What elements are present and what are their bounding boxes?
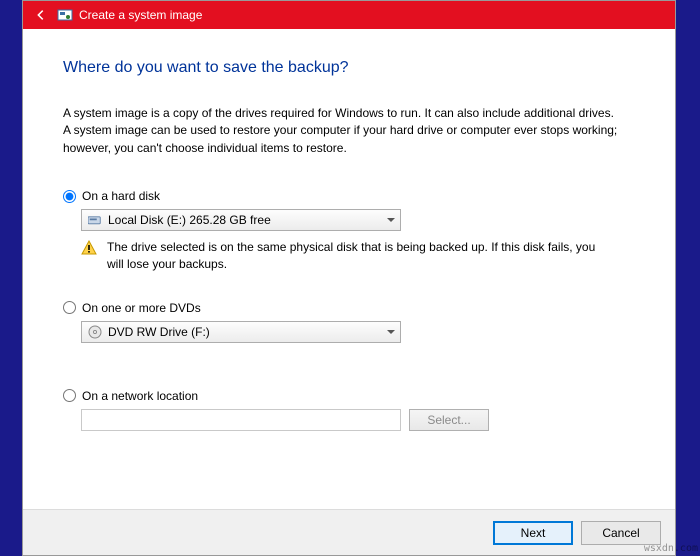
dvd-dropdown[interactable]: DVD RW Drive (F:)	[81, 321, 401, 343]
option-dvd[interactable]: On one or more DVDs	[63, 301, 635, 315]
arrow-left-icon	[34, 8, 48, 22]
page-heading: Where do you want to save the backup?	[63, 59, 635, 77]
page-description: A system image is a copy of the drives r…	[63, 105, 623, 157]
network-path-input[interactable]	[81, 409, 401, 431]
chevron-down-icon	[387, 218, 395, 222]
radio-dvd-label[interactable]: On one or more DVDs	[82, 301, 201, 315]
option-hard-disk[interactable]: On a hard disk	[63, 189, 635, 203]
radio-hard-disk-label[interactable]: On a hard disk	[82, 189, 160, 203]
dialog-footer: Next Cancel	[23, 509, 675, 555]
titlebar: Create a system image	[23, 1, 675, 29]
cancel-button[interactable]: Cancel	[581, 521, 661, 545]
radio-hard-disk[interactable]	[63, 190, 76, 203]
warning-icon	[81, 240, 97, 256]
hard-disk-selected: Local Disk (E:) 265.28 GB free	[108, 213, 271, 227]
radio-network[interactable]	[63, 389, 76, 402]
disc-icon	[88, 326, 102, 338]
chevron-down-icon	[387, 330, 395, 334]
warning-text: The drive selected is on the same physic…	[107, 239, 601, 273]
hard-disk-warning: The drive selected is on the same physic…	[81, 239, 601, 273]
content-area: Where do you want to save the backup? A …	[23, 29, 675, 509]
watermark: wsxdn.com	[644, 543, 698, 554]
drive-icon	[88, 214, 102, 226]
radio-network-label[interactable]: On a network location	[82, 389, 198, 403]
next-button[interactable]: Next	[493, 521, 573, 545]
app-icon	[57, 7, 73, 23]
system-image-dialog: Create a system image Where do you want …	[22, 0, 676, 556]
back-button[interactable]	[29, 5, 53, 25]
hard-disk-dropdown[interactable]: Local Disk (E:) 265.28 GB free	[81, 209, 401, 231]
select-network-button: Select...	[409, 409, 489, 431]
window-title: Create a system image	[79, 8, 202, 22]
option-network[interactable]: On a network location	[63, 389, 635, 403]
dvd-selected: DVD RW Drive (F:)	[108, 325, 210, 339]
radio-dvd[interactable]	[63, 301, 76, 314]
